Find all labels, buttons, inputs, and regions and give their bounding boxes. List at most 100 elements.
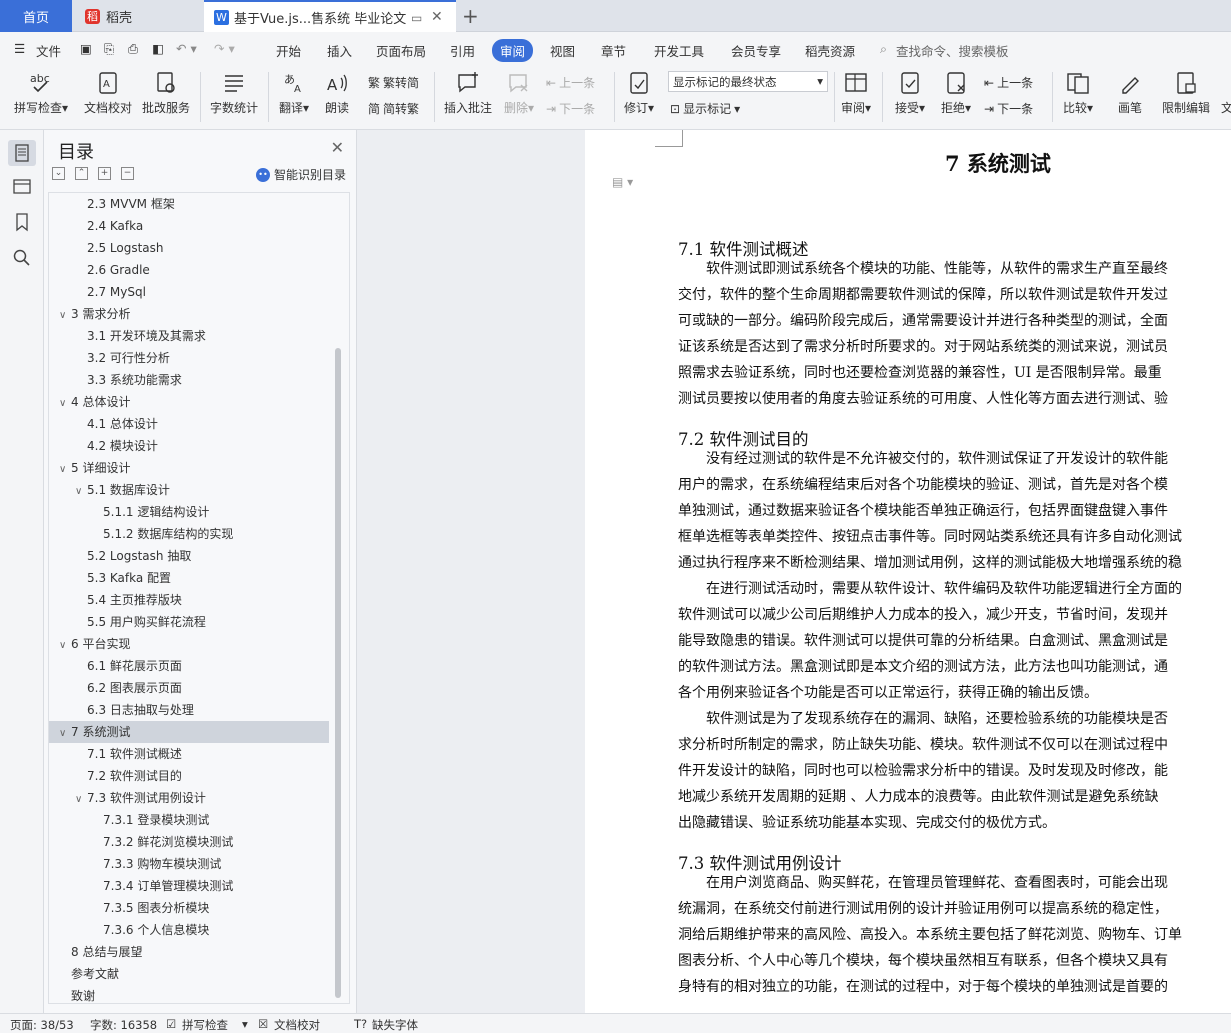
spell-check-button[interactable]: abc 拼写检查▾ [10,70,72,116]
menu-insert[interactable]: 插入 [327,41,352,60]
trad-to-simp-button[interactable]: 繁繁转简 [368,74,419,91]
proof-status[interactable]: 文档校对 [274,1017,320,1033]
toc-item[interactable]: ∨ 6 平台实现 [49,633,130,655]
insert-comment-button[interactable]: 插入批注 [442,70,494,116]
toc-item[interactable]: 4.2 模块设计 [49,435,158,457]
toc-item[interactable]: ∨ 7.3 软件测试用例设计 [49,787,206,809]
toc-item[interactable]: 6.1 鲜花展示页面 [49,655,182,677]
word-count-button[interactable]: 字数统计 [208,70,260,116]
toc-item[interactable]: 2.6 Gradle [49,259,150,281]
toc-item[interactable]: 3.3 系统功能需求 [49,369,182,391]
toc-scrollbar[interactable] [335,348,341,998]
menu-file[interactable]: 文件 [36,41,61,60]
dropdown-arrow-icon[interactable]: ▾ [242,1017,248,1031]
toc-item[interactable]: 2.5 Logstash [49,237,164,259]
toc-item[interactable]: 4.1 总体设计 [49,413,158,435]
accept-button[interactable]: 接受▾ [890,70,930,116]
tab-docer[interactable]: 稻稻壳 [73,0,203,32]
prev-revision-button[interactable]: ⇤ 上一条 [984,74,1033,91]
delete-comment-button[interactable]: 删除▾ [500,70,538,116]
missing-font-status[interactable]: 缺失字体 [372,1017,418,1033]
toc-item[interactable]: 参考文献 [49,963,119,985]
paragraph-menu-icon[interactable]: ▤ ▾ [612,175,633,189]
monitor-icon[interactable]: ▭ [411,11,422,25]
show-markup-button[interactable]: ⊡ 显示标记 ▾ [670,100,740,117]
toc-item[interactable]: 2.7 MySql [49,281,146,303]
export-icon[interactable]: ⎘ [104,41,114,57]
toc-item[interactable]: 致谢 [49,985,95,1003]
tab-home[interactable]: 首页 [0,0,72,32]
spell-check-status[interactable]: 拼写检查 [182,1017,228,1033]
chevron-down-icon[interactable]: ∨ [75,789,87,811]
page-indicator[interactable]: 页面: 38/53 [10,1017,74,1033]
toc-item[interactable]: 6.3 日志抽取与处理 [49,699,194,721]
toc-item[interactable]: 3.2 可行性分析 [49,347,170,369]
save-icon[interactable]: ▣ [80,41,92,56]
menu-reference[interactable]: 引用 [450,41,475,60]
chevron-down-icon[interactable]: ∨ [59,635,71,657]
close-icon[interactable]: ✕ [331,138,344,157]
toc-item[interactable]: 5.3 Kafka 配置 [49,567,171,589]
toc-item[interactable]: 7.3.5 图表分析模块 [49,897,209,919]
toc-item[interactable]: 2.4 Kafka [49,215,143,237]
toc-item[interactable]: 5.1.1 逻辑结构设计 [49,501,209,523]
toc-item[interactable]: 5.2 Logstash 抽取 [49,545,191,567]
chevron-down-icon[interactable]: ∨ [59,723,71,745]
compare-button[interactable]: 比较▾ [1058,70,1098,116]
undo-icon[interactable]: ↶ ▾ [176,41,197,56]
toc-item[interactable]: ∨ 4 总体设计 [49,391,130,413]
remove-level-icon[interactable]: − [121,167,134,180]
restrict-edit-button[interactable]: 限制编辑 [1160,70,1212,116]
read-aloud-button[interactable]: A 朗读 [320,70,354,116]
toc-item[interactable]: 7.3.1 登录模块测试 [49,809,209,831]
toc-item[interactable]: 7.2 软件测试目的 [49,765,182,787]
toc-item[interactable]: 7.3.4 订单管理模块测试 [49,875,233,897]
menu-view[interactable]: 视图 [550,41,575,60]
new-tab-plus-icon[interactable]: + [462,4,479,28]
toc-item[interactable]: 5.5 用户购买鲜花流程 [49,611,206,633]
bookmark-icon[interactable] [12,212,32,232]
add-level-icon[interactable]: + [98,167,111,180]
toc-item[interactable]: 6.2 图表展示页面 [49,677,182,699]
batch-service-button[interactable]: 批改服务 [140,70,192,116]
toc-item[interactable]: ∨ 3 需求分析 [49,303,130,325]
toc-item[interactable]: 5.4 主页推荐版块 [49,589,182,611]
chevron-down-icon[interactable]: ∨ [59,305,71,327]
menu-start[interactable]: 开始 [276,41,301,60]
next-revision-button[interactable]: ⇥ 下一条 [984,100,1033,117]
menu-member[interactable]: 会员专享 [731,41,781,60]
menu-review[interactable]: 审阅 [492,39,534,62]
chevron-down-icon[interactable]: ∨ [59,393,71,415]
toc-item[interactable]: 7.3.2 鲜花浏览模块测试 [49,831,233,853]
print-icon[interactable]: ⎙ [128,41,138,57]
document-page[interactable]: ▤ ▾ 7 系统测试 7.1 软件测试概述 软件测试即测试系统各个模块的功能、性… [585,130,1231,1013]
reject-button[interactable]: 拒绝▾ [936,70,976,116]
expand-all-icon[interactable]: ⌄ [52,167,65,180]
menu-developer[interactable]: 开发工具 [654,41,704,60]
toc-item[interactable]: 5.1.2 数据库结构的实现 [49,523,233,545]
toc-nav-icon[interactable] [8,140,36,166]
toc-item[interactable]: 3.1 开发环境及其需求 [49,325,206,347]
doc-cut-button[interactable]: 文 [1220,70,1231,116]
next-comment-button[interactable]: ⇥ 下一条 [546,100,595,117]
markup-state-select[interactable]: 显示标记的最终状态 ▾ [668,71,828,92]
toc-item[interactable]: 7.1 软件测试概述 [49,743,182,765]
revise-button[interactable]: 修订▾ [620,70,658,116]
chapter-nav-icon[interactable] [12,176,32,196]
collapse-all-icon[interactable]: ⌃ [75,167,88,180]
toc-item[interactable]: 7.3.3 购物车模块测试 [49,853,221,875]
toc-item[interactable]: ∨ 5.1 数据库设计 [49,479,170,501]
menu-chapter[interactable]: 章节 [601,41,626,60]
pen-button[interactable]: 画笔 [1110,70,1150,116]
hamburger-icon[interactable]: ☰ [14,41,25,56]
toc-item[interactable]: ∨ 5 详细设计 [49,457,130,479]
doc-proof-button[interactable]: A 文档校对 [80,70,136,116]
chevron-down-icon[interactable]: ∨ [59,459,71,481]
simp-to-trad-button[interactable]: 简简转繁 [368,100,419,117]
toc-item[interactable]: 2.3 MVVM 框架 [49,193,175,215]
chevron-down-icon[interactable]: ∨ [75,481,87,503]
toc-item[interactable]: 8 总结与展望 [49,941,142,963]
command-search[interactable]: 查找命令、搜索模板 [896,41,1009,60]
review-pane-button[interactable]: 审阅▾ [838,70,874,116]
smart-toc-button[interactable]: •• 智能识别目录 [255,166,346,183]
